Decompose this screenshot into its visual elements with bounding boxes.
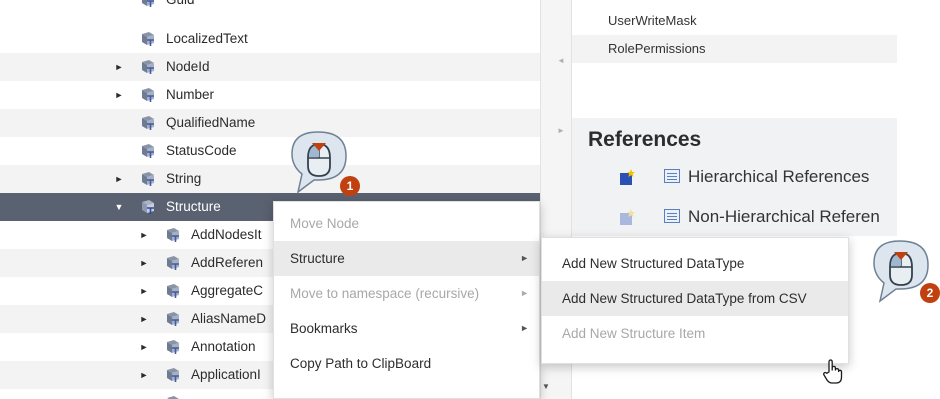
submenu-arrow-icon: ► (520, 253, 529, 263)
menu-item-move-node[interactable]: Move Node (274, 206, 539, 241)
tree-item[interactable]: ► Number (0, 81, 540, 109)
tree-item[interactable]: QualifiedName (0, 109, 540, 137)
datatype-node-icon (167, 312, 179, 326)
menu-item-bookmarks[interactable]: Bookmarks ► (274, 311, 539, 346)
menu-item-label: Copy Path to ClipBoard (290, 356, 432, 371)
menu-item-copy-path[interactable]: Copy Path to ClipBoard (274, 346, 539, 381)
tree-item[interactable]: StatusCode (0, 137, 540, 165)
expand-arrow[interactable]: ► (114, 81, 124, 109)
hand-cursor-icon (823, 359, 843, 384)
datatype-node-icon (142, 88, 154, 102)
tree-item-label: Structure (166, 199, 221, 214)
menu-item-structure[interactable]: Structure ► (274, 241, 539, 276)
datatype-node-icon (142, 144, 154, 158)
reference-label: Hierarchical References (688, 167, 870, 186)
list-icon (664, 169, 680, 183)
tree-item-label: AddNodesIt (191, 227, 262, 242)
menu-item-label: Move to namespace (recursive) (290, 286, 480, 301)
callout-step-2: 2 (870, 237, 940, 307)
step-number-badge: 2 (920, 283, 940, 303)
expand-arrow[interactable]: ► (139, 305, 149, 333)
tree-item[interactable]: LocalizedText (0, 25, 540, 53)
menu-item-move-to-namespace[interactable]: Move to namespace (recursive) ► (274, 276, 539, 311)
datatype-node-icon (142, 60, 154, 74)
submenu-item-add-structure-item[interactable]: Add New Structure Item (542, 316, 848, 351)
submenu-arrow-icon: ► (520, 288, 529, 298)
datatype-node-icon (167, 284, 179, 298)
tree-item-label: StatusCode (166, 143, 237, 158)
reference-item-hierarchical[interactable]: Hierarchical References (572, 160, 897, 194)
expand-arrow[interactable] (114, 109, 124, 137)
reference-label: Non-Hierarchical Referen (688, 207, 880, 226)
property-label: UserWriteMask (608, 13, 697, 28)
datatype-node-icon (142, 116, 154, 130)
tree-item-label: Annotation (191, 339, 256, 354)
list-icon (664, 209, 680, 223)
expand-arrow[interactable]: ► (139, 249, 149, 277)
callout-step-1: 1 (288, 128, 366, 198)
collapse-arrow[interactable]: ▼ (114, 193, 124, 221)
reference-item-non-hierarchical[interactable]: Non-Hierarchical Referen (572, 200, 897, 234)
submenu-item-label: Add New Structure Item (562, 326, 706, 341)
datatype-node-icon (167, 340, 179, 354)
expand-right-icon[interactable]: ► (556, 126, 566, 135)
step-number-badge: 1 (340, 176, 360, 196)
tree-item-label: AddReferen (191, 255, 264, 270)
expand-arrow[interactable]: ► (139, 333, 149, 361)
tree-item-label: LocalizedText (166, 31, 248, 46)
add-reference-icon[interactable] (618, 168, 636, 186)
tree-item[interactable]: Guid (0, 0, 540, 14)
property-label: RolePermissions (608, 41, 706, 56)
tree-item-label: NodeId (166, 59, 210, 74)
submenu-item-label: Add New Structured DataType (562, 256, 745, 271)
datatype-node-icon (142, 172, 154, 186)
tree-item-label: AliasNameD (191, 311, 267, 326)
property-row[interactable]: RolePermissions (572, 35, 897, 63)
datatype-node-icon (142, 32, 154, 46)
datatype-node-icon (142, 200, 154, 214)
expand-arrow[interactable]: ► (139, 221, 149, 249)
context-menu: Move Node Structure ► Move to namespace … (273, 201, 540, 399)
datatype-node-icon (167, 256, 179, 270)
property-row[interactable]: UserWriteMask (572, 7, 897, 35)
references-section: References Hierarchical References Non-H… (572, 118, 897, 236)
tree-item-label: QualifiedName (166, 115, 256, 130)
tree-item-label: Number (166, 87, 215, 102)
datatype-node-icon (167, 228, 179, 242)
add-reference-icon[interactable] (618, 208, 636, 226)
expand-arrow[interactable]: ► (114, 53, 124, 81)
expand-arrow[interactable]: ► (139, 277, 149, 305)
tree-item-label: String (166, 171, 202, 186)
datatype-node-icon (142, 0, 154, 7)
tree-item-label: Guid (166, 0, 195, 14)
scroll-down-icon[interactable]: ▼ (542, 382, 550, 391)
datatype-node-icon (167, 368, 179, 382)
expand-arrow[interactable] (114, 25, 124, 53)
menu-item-label: Move Node (290, 216, 360, 231)
datatype-node-icon (167, 396, 179, 399)
expand-arrow[interactable]: ► (114, 165, 124, 193)
menu-item-label: Bookmarks (290, 321, 358, 336)
submenu-arrow-icon: ► (520, 323, 529, 333)
app-root: Guid LocalizedText ► NodeId ► Number Qua… (0, 0, 940, 399)
expand-arrow[interactable] (114, 137, 124, 165)
structure-submenu: Add New Structured DataType Add New Stru… (541, 237, 849, 364)
tree-item[interactable]: ► NodeId (0, 53, 540, 81)
expand-arrow[interactable]: ► (139, 361, 149, 389)
expand-arrow[interactable] (114, 0, 124, 14)
tree-item[interactable]: ► String (0, 165, 540, 193)
submenu-item-add-structured-datatype[interactable]: Add New Structured DataType (542, 246, 848, 281)
tree-item-label: ApplicationI (191, 367, 261, 382)
submenu-item-label: Add New Structured DataType from CSV (562, 291, 807, 306)
collapse-left-icon[interactable]: ◄ (556, 56, 566, 65)
references-title: References (588, 128, 702, 151)
tree-item-label: AggregateC (191, 283, 264, 298)
menu-item-label: Structure (290, 251, 345, 266)
submenu-item-add-structured-datatype-csv[interactable]: Add New Structured DataType from CSV (542, 281, 848, 316)
